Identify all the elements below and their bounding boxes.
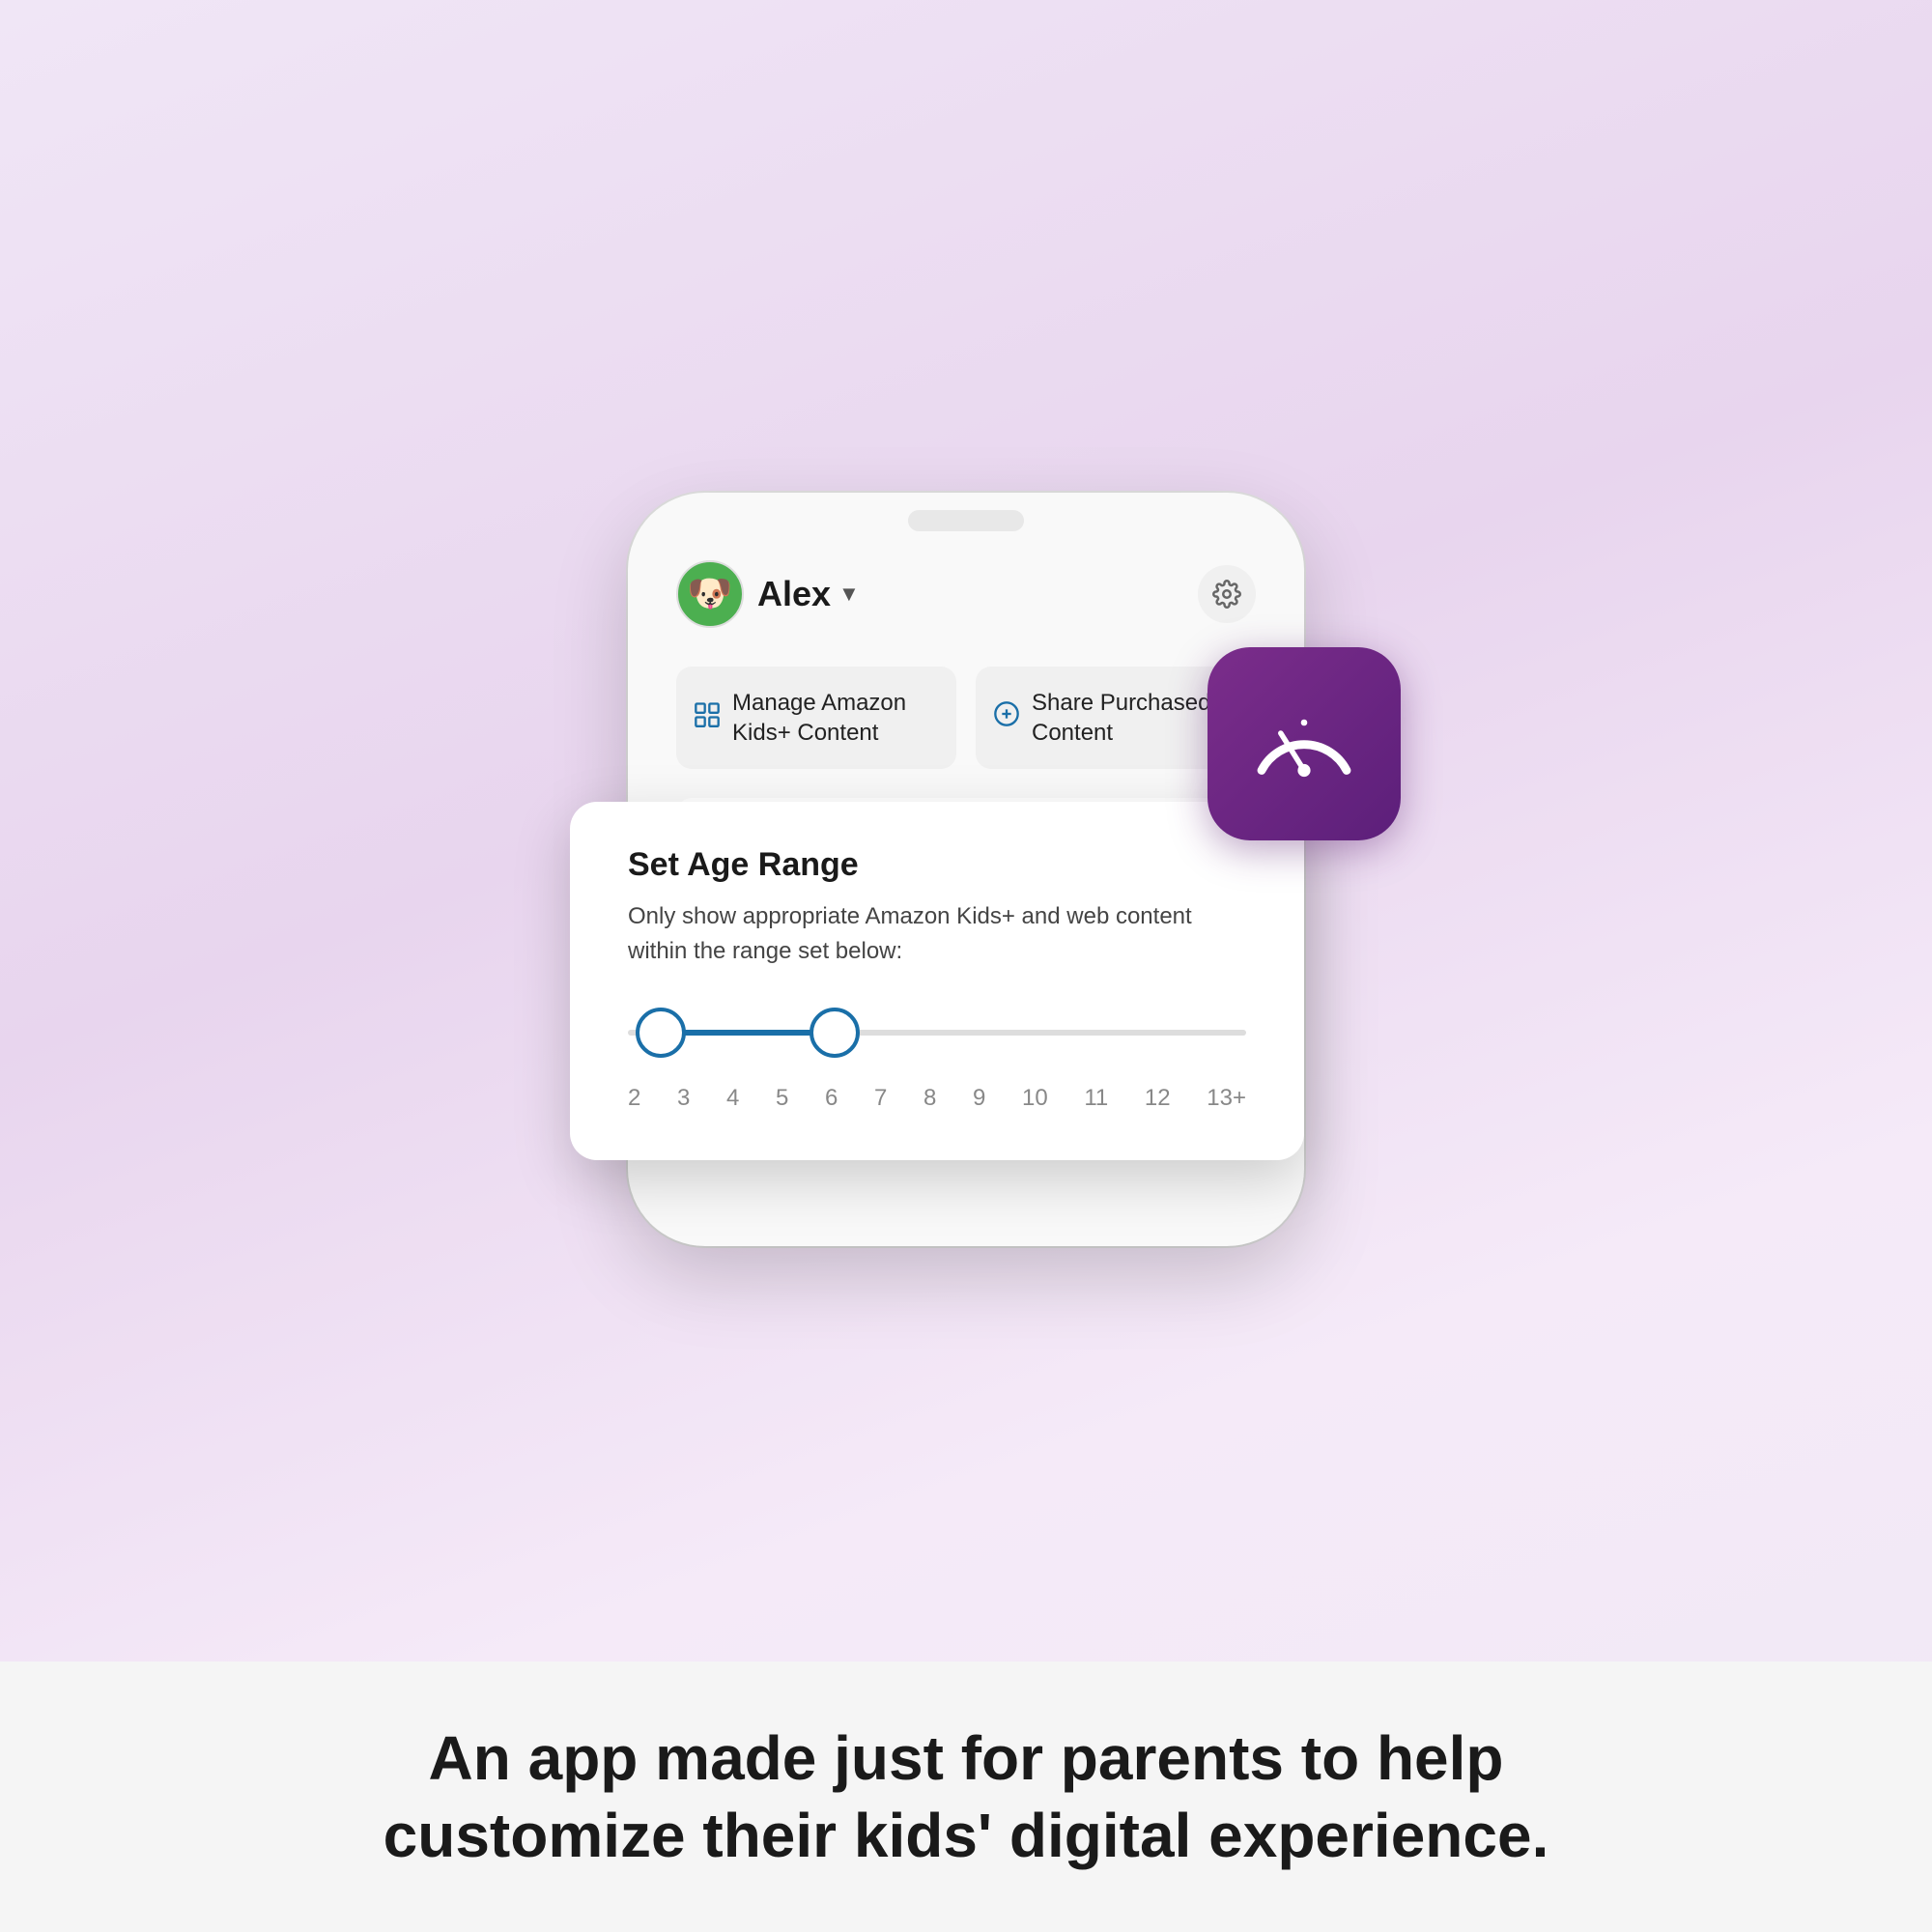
- action-buttons-row: Manage Amazon Kids+ Content Share Purcha…: [676, 667, 1256, 769]
- phone-notch: [908, 510, 1024, 531]
- age-range-card: Set Age Range Only show appropriate Amaz…: [570, 802, 1304, 1160]
- manage-kids-label: Manage Amazon Kids+ Content: [732, 688, 939, 748]
- age-label-8: 8: [923, 1085, 936, 1112]
- age-label-9: 9: [973, 1085, 985, 1112]
- gear-icon: [1212, 580, 1241, 609]
- age-labels: 2 3 4 5 6 7 8 9 10 11 12 13+: [628, 1085, 1246, 1112]
- avatar-emoji: 🐶: [687, 573, 732, 615]
- avatar: 🐶: [676, 560, 744, 628]
- age-label-13plus: 13+: [1207, 1085, 1246, 1112]
- app-icon: [1208, 647, 1401, 840]
- phone-wrapper: 🐶 Alex ▼: [628, 493, 1304, 1246]
- manage-kids-icon: [694, 700, 721, 736]
- age-label-12: 12: [1145, 1085, 1171, 1112]
- age-label-7: 7: [874, 1085, 887, 1112]
- settings-button[interactable]: [1198, 565, 1256, 623]
- age-range-slider[interactable]: [628, 1004, 1246, 1062]
- speedometer-icon: [1251, 691, 1357, 797]
- top-section: 🐶 Alex ▼: [0, 0, 1932, 1662]
- bottom-section: An app made just for parents to help cus…: [0, 1662, 1932, 1932]
- age-label-10: 10: [1022, 1085, 1048, 1112]
- slider-thumb-left[interactable]: [636, 1008, 686, 1058]
- tagline-line2: customize their kids' digital experience…: [384, 1801, 1549, 1870]
- age-label-4: 4: [726, 1085, 739, 1112]
- share-purchased-icon: [993, 700, 1020, 736]
- age-label-5: 5: [776, 1085, 788, 1112]
- age-label-6: 6: [825, 1085, 838, 1112]
- app-icon-container: [1208, 647, 1401, 840]
- profile-area: 🐶 Alex ▼: [676, 560, 860, 628]
- layers-icon: [694, 700, 721, 727]
- phone-top-row: 🐶 Alex ▼: [676, 560, 1256, 628]
- profile-name-text: Alex: [757, 574, 831, 614]
- age-range-title: Set Age Range: [628, 846, 1246, 884]
- age-label-3: 3: [677, 1085, 690, 1112]
- age-range-description: Only show appropriate Amazon Kids+ and w…: [628, 899, 1246, 969]
- age-label-2: 2: [628, 1085, 640, 1112]
- dropdown-arrow-icon: ▼: [838, 582, 860, 607]
- slider-thumb-right[interactable]: [810, 1008, 860, 1058]
- tagline: An app made just for parents to help cus…: [290, 1719, 1642, 1874]
- profile-name[interactable]: Alex ▼: [757, 574, 860, 614]
- tagline-line1: An app made just for parents to help: [429, 1723, 1504, 1793]
- age-label-11: 11: [1084, 1085, 1108, 1112]
- manage-kids-button[interactable]: Manage Amazon Kids+ Content: [676, 667, 956, 769]
- plus-circle-icon: [993, 700, 1020, 727]
